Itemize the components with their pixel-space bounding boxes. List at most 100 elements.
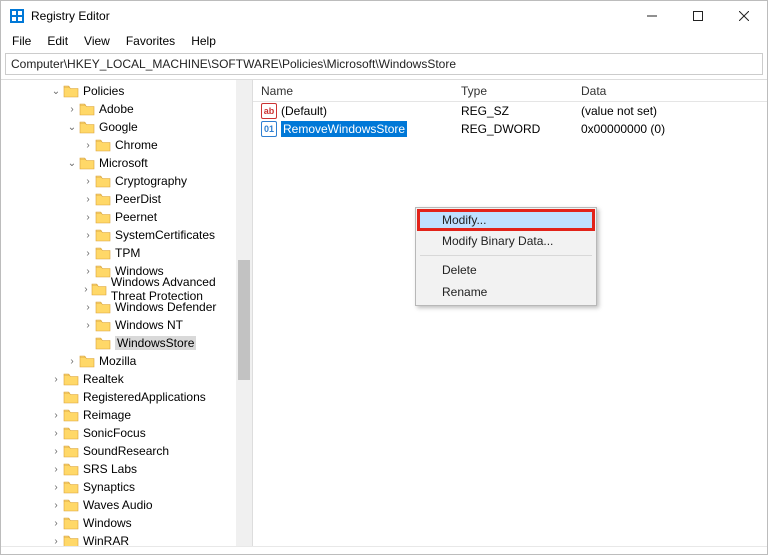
- context-menu-rename[interactable]: Rename: [418, 281, 594, 303]
- tree-node-label: SRS Labs: [83, 462, 137, 476]
- tree-node[interactable]: ⌄ Microsoft: [1, 154, 252, 172]
- chevron-right-icon[interactable]: ›: [81, 248, 95, 259]
- menu-edit[interactable]: Edit: [40, 32, 75, 50]
- menu-file[interactable]: File: [5, 32, 38, 50]
- tree-node[interactable]: ›Mozilla: [1, 352, 252, 370]
- tree-node-label: WindowsStore: [115, 336, 196, 350]
- column-header-data[interactable]: Data: [573, 80, 767, 101]
- context-menu-delete[interactable]: Delete: [418, 259, 594, 281]
- folder-icon: [63, 372, 79, 386]
- chevron-right-icon[interactable]: ›: [49, 500, 63, 511]
- folder-icon: [95, 318, 111, 332]
- tree-node[interactable]: ›Cryptography: [1, 172, 252, 190]
- chevron-down-icon[interactable]: ⌄: [49, 86, 63, 97]
- chevron-right-icon[interactable]: ›: [65, 356, 79, 367]
- tree-scrollbar[interactable]: [236, 80, 252, 546]
- folder-icon: [95, 210, 111, 224]
- chevron-right-icon[interactable]: ›: [49, 536, 63, 547]
- column-header-name[interactable]: Name: [253, 80, 453, 101]
- tree-node[interactable]: ›Windows Advanced Threat Protection: [1, 280, 252, 298]
- tree-node[interactable]: ›Waves Audio: [1, 496, 252, 514]
- tree-node-label: SonicFocus: [83, 426, 146, 440]
- folder-icon: [95, 264, 111, 278]
- value-row[interactable]: 01RemoveWindowsStoreREG_DWORD0x00000000 …: [253, 120, 767, 138]
- chevron-right-icon[interactable]: ›: [49, 482, 63, 493]
- chevron-right-icon[interactable]: ›: [81, 230, 95, 241]
- tree-node-label: PeerDist: [115, 192, 161, 206]
- value-type-cell: REG_SZ: [453, 104, 573, 118]
- folder-icon: [63, 426, 79, 440]
- app-icon: [9, 8, 25, 24]
- tree-node[interactable]: ›Windows: [1, 514, 252, 532]
- folder-icon: [91, 282, 107, 296]
- tree-node[interactable]: ›Chrome: [1, 136, 252, 154]
- context-menu-separator: [420, 255, 592, 256]
- folder-icon: [79, 354, 95, 368]
- folder-icon: [95, 138, 111, 152]
- chevron-right-icon[interactable]: ›: [81, 194, 95, 205]
- folder-icon: [95, 228, 111, 242]
- tree-node[interactable]: ›Windows Defender: [1, 298, 252, 316]
- chevron-right-icon[interactable]: ›: [65, 104, 79, 115]
- chevron-right-icon[interactable]: ›: [81, 140, 95, 151]
- tree-node[interactable]: ›Adobe: [1, 100, 252, 118]
- chevron-right-icon[interactable]: ›: [81, 284, 91, 295]
- tree-node-label: Windows Advanced Threat Protection: [111, 275, 252, 303]
- status-strip: [1, 546, 767, 554]
- folder-icon: [63, 480, 79, 494]
- tree-node[interactable]: ·RegisteredApplications: [1, 388, 252, 406]
- folder-icon: [63, 408, 79, 422]
- tree-node[interactable]: ›SystemCertificates: [1, 226, 252, 244]
- tree-node-label: Windows NT: [115, 318, 183, 332]
- menu-help[interactable]: Help: [184, 32, 223, 50]
- tree-node[interactable]: ⌄ Policies: [1, 82, 252, 100]
- tree-node[interactable]: › SRS Labs: [1, 460, 252, 478]
- tree-node-label: TPM: [115, 246, 140, 260]
- chevron-right-icon[interactable]: ›: [49, 446, 63, 457]
- tree-node[interactable]: › PeerDist: [1, 190, 252, 208]
- value-row[interactable]: ab(Default)REG_SZ(value not set): [253, 102, 767, 120]
- context-menu-modify[interactable]: Modify...: [417, 209, 595, 231]
- chevron-right-icon[interactable]: ›: [49, 374, 63, 385]
- minimize-button[interactable]: [629, 1, 675, 31]
- folder-icon: [63, 390, 79, 404]
- chevron-right-icon[interactable]: ›: [81, 302, 95, 313]
- chevron-down-icon[interactable]: ⌄: [65, 158, 79, 169]
- tree-node[interactable]: › SonicFocus: [1, 424, 252, 442]
- tree-node[interactable]: › Windows NT: [1, 316, 252, 334]
- folder-icon: [63, 84, 79, 98]
- chevron-right-icon[interactable]: ›: [49, 518, 63, 529]
- tree-node[interactable]: › TPM: [1, 244, 252, 262]
- chevron-right-icon[interactable]: ›: [49, 428, 63, 439]
- tree-node-label: Microsoft: [99, 156, 148, 170]
- chevron-right-icon[interactable]: ›: [81, 212, 95, 223]
- tree-node[interactable]: ›Reimage: [1, 406, 252, 424]
- window-controls: [629, 1, 767, 31]
- window-title: Registry Editor: [31, 9, 629, 23]
- folder-icon: [95, 246, 111, 260]
- tree-node[interactable]: ›Realtek: [1, 370, 252, 388]
- menu-view[interactable]: View: [77, 32, 117, 50]
- value-name-cell: ab(Default): [253, 103, 453, 119]
- chevron-right-icon[interactable]: ›: [81, 320, 95, 331]
- tree-node[interactable]: › Synaptics: [1, 478, 252, 496]
- tree-node[interactable]: ›WinRAR: [1, 532, 252, 546]
- tree-node-label: Policies: [83, 84, 124, 98]
- chevron-down-icon[interactable]: ⌄: [65, 122, 79, 133]
- folder-icon: [79, 120, 95, 134]
- address-bar[interactable]: Computer\HKEY_LOCAL_MACHINE\SOFTWARE\Pol…: [5, 53, 763, 75]
- tree-node[interactable]: ⌄Google: [1, 118, 252, 136]
- chevron-right-icon[interactable]: ›: [49, 410, 63, 421]
- tree-node-label: Synaptics: [83, 480, 135, 494]
- menu-favorites[interactable]: Favorites: [119, 32, 182, 50]
- maximize-button[interactable]: [675, 1, 721, 31]
- chevron-right-icon[interactable]: ›: [81, 266, 95, 277]
- close-button[interactable]: [721, 1, 767, 31]
- chevron-right-icon[interactable]: ›: [49, 464, 63, 475]
- column-header-type[interactable]: Type: [453, 80, 573, 101]
- tree-node[interactable]: ›Peernet: [1, 208, 252, 226]
- tree-node[interactable]: ›SoundResearch: [1, 442, 252, 460]
- context-menu-modify-binary[interactable]: Modify Binary Data...: [418, 230, 594, 252]
- chevron-right-icon[interactable]: ›: [81, 176, 95, 187]
- tree-node[interactable]: ·WindowsStore: [1, 334, 252, 352]
